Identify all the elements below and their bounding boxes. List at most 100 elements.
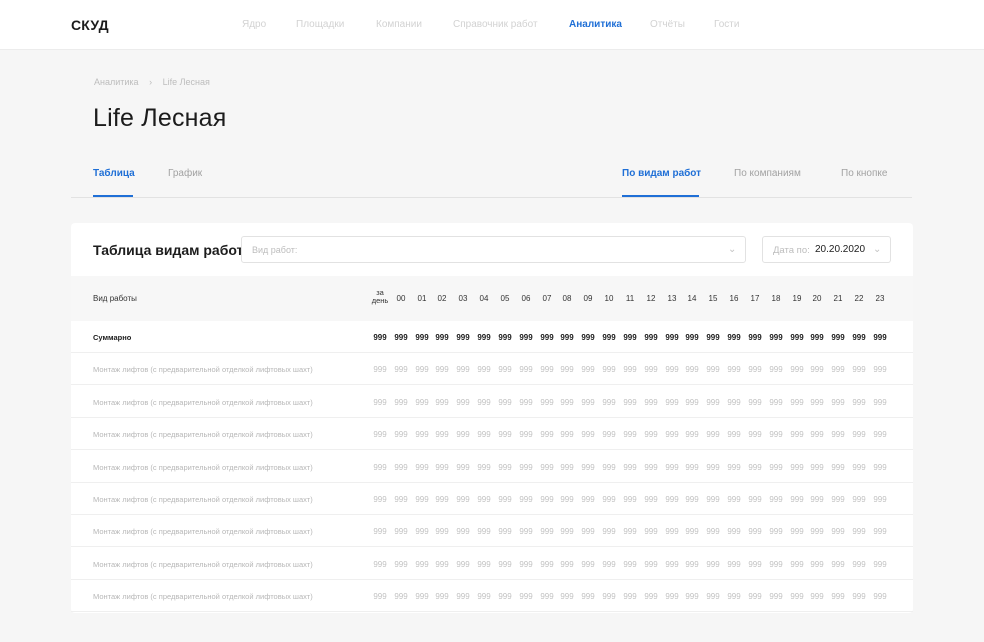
table-cell: 999 bbox=[727, 495, 741, 504]
table-cell: 999 bbox=[540, 592, 554, 602]
table-cell: 999 bbox=[623, 365, 637, 375]
table-cell: 999 bbox=[581, 397, 595, 407]
table-cell: 999 bbox=[560, 430, 574, 440]
table-cell: 999 bbox=[498, 559, 512, 569]
table-cell: 999 bbox=[706, 430, 720, 440]
tab-by-company[interactable]: По компаниям bbox=[734, 168, 801, 179]
table-cell: 999 bbox=[498, 397, 512, 407]
table-cell: 999 bbox=[435, 333, 449, 342]
nav-item-core[interactable]: Ядро bbox=[242, 19, 266, 30]
table-cell: 999 bbox=[685, 462, 699, 472]
row-label: Монтаж лифтов (с предварительной отделко… bbox=[93, 397, 313, 407]
tabs-row: Таблица График По видам работ По компани… bbox=[71, 160, 912, 198]
nav-item-companies[interactable]: Компании bbox=[376, 19, 422, 30]
table-cell: 999 bbox=[435, 527, 449, 537]
column-header-hour: 16 bbox=[729, 294, 739, 303]
table-cell: 999 bbox=[810, 462, 824, 472]
table-row: Монтаж лифтов (с предварительной отделко… bbox=[71, 418, 913, 451]
table-cell: 999 bbox=[540, 333, 554, 342]
nav-item-sites[interactable]: Площадки bbox=[296, 19, 344, 30]
table-cell: 999 bbox=[706, 559, 720, 569]
table-cell: 999 bbox=[435, 495, 449, 504]
table-cell: 999 bbox=[769, 397, 783, 407]
table-cell: 999 bbox=[685, 592, 699, 602]
table-cell: 999 bbox=[685, 495, 699, 504]
table-cell: 999 bbox=[665, 527, 679, 537]
table-cell: 999 bbox=[456, 495, 470, 504]
table-cell: 999 bbox=[477, 592, 491, 602]
table-header: Вид работы за день 00 01 02 03 04 05 06 07 08 09 10 1… bbox=[71, 276, 913, 321]
table-cell: 999 bbox=[456, 333, 470, 342]
table-cell: 999 bbox=[727, 462, 741, 472]
table-cell: 999 bbox=[769, 462, 783, 472]
tab-by-button[interactable]: По кнопке bbox=[841, 168, 887, 179]
table-cell: 999 bbox=[373, 430, 387, 440]
table-cell: 999 bbox=[373, 365, 387, 375]
table-row: Монтаж лифтов (с предварительной отделко… bbox=[71, 483, 913, 515]
row-label: Монтаж лифтов (с предварительной отделко… bbox=[93, 592, 313, 602]
table-cell: 999 bbox=[519, 462, 533, 472]
table-cell: 999 bbox=[373, 333, 387, 342]
nav-item-work-directory[interactable]: Справочник работ bbox=[453, 19, 538, 30]
column-header-hour: 03 bbox=[458, 294, 468, 303]
table-cell: 999 bbox=[581, 430, 595, 440]
table-cell: 999 bbox=[498, 333, 512, 342]
table-cell: 999 bbox=[456, 462, 470, 472]
table-cell: 999 bbox=[477, 495, 491, 504]
column-header-hour: 06 bbox=[521, 294, 531, 303]
table-cell: 999 bbox=[790, 365, 804, 375]
nav-item-guests[interactable]: Гости bbox=[714, 19, 739, 30]
date-filter[interactable]: Дата по: 20.20.2020 ⌄ bbox=[762, 236, 891, 263]
tab-table[interactable]: Таблица bbox=[93, 168, 135, 179]
tab-by-work-type[interactable]: По видам работ bbox=[622, 168, 701, 179]
table-cell: 999 bbox=[394, 592, 408, 602]
table-cell: 999 bbox=[873, 430, 887, 440]
table-cell: 999 bbox=[435, 592, 449, 602]
work-type-select[interactable]: Вид работ: ⌄ bbox=[241, 236, 746, 263]
table-cell: 999 bbox=[477, 333, 491, 342]
breadcrumb: Аналитика › Life Лесная bbox=[94, 77, 210, 87]
nav-item-analytics[interactable]: Аналитика bbox=[569, 19, 622, 30]
table-cell: 999 bbox=[519, 365, 533, 375]
table-cell: 999 bbox=[852, 397, 866, 407]
column-header-hour: 01 bbox=[417, 294, 427, 303]
table-cell: 999 bbox=[373, 592, 387, 602]
table-cell: 999 bbox=[394, 365, 408, 375]
table-cell: 999 bbox=[873, 333, 887, 342]
table-cell: 999 bbox=[665, 495, 679, 504]
table-cell: 999 bbox=[498, 527, 512, 537]
table-cell: 999 bbox=[373, 397, 387, 407]
column-header-hour: 10 bbox=[604, 294, 614, 303]
app-brand[interactable]: СКУД bbox=[71, 17, 109, 33]
tab-chart[interactable]: График bbox=[168, 168, 202, 179]
table-cell: 999 bbox=[852, 462, 866, 472]
table-cell: 999 bbox=[581, 592, 595, 602]
table-cell: 999 bbox=[706, 495, 720, 504]
table-cell: 999 bbox=[581, 333, 595, 342]
table-cell: 999 bbox=[540, 430, 554, 440]
table-cell: 999 bbox=[748, 430, 762, 440]
table-cell: 999 bbox=[665, 462, 679, 472]
column-header-day-word: день bbox=[371, 296, 389, 305]
table-cell: 999 bbox=[394, 333, 408, 342]
table-cell: 999 bbox=[852, 430, 866, 440]
column-header-hour: 11 bbox=[625, 294, 635, 303]
table-cell: 999 bbox=[831, 462, 845, 472]
table-cell: 999 bbox=[769, 527, 783, 537]
table-cell: 999 bbox=[498, 365, 512, 375]
table-cell: 999 bbox=[665, 592, 679, 602]
table-cell: 999 bbox=[727, 592, 741, 602]
table-cell: 999 bbox=[644, 592, 658, 602]
work-types-table-card: Таблица видам работ Вид работ: ⌄ Дата по… bbox=[71, 223, 913, 613]
table-cell: 999 bbox=[810, 559, 824, 569]
breadcrumb-parent[interactable]: Аналитика bbox=[94, 77, 139, 87]
table-cell: 999 bbox=[415, 430, 429, 440]
column-header-hour: 12 bbox=[646, 294, 656, 303]
row-label: Монтаж лифтов (с предварительной отделко… bbox=[93, 495, 313, 504]
table-cell: 999 bbox=[810, 527, 824, 537]
table-row: Монтаж лифтов (с предварительной отделко… bbox=[71, 353, 913, 386]
table-cell: 999 bbox=[665, 559, 679, 569]
column-header-hour: 22 bbox=[854, 294, 864, 303]
table-cell: 999 bbox=[810, 430, 824, 440]
nav-item-reports[interactable]: Отчёты bbox=[650, 19, 685, 30]
